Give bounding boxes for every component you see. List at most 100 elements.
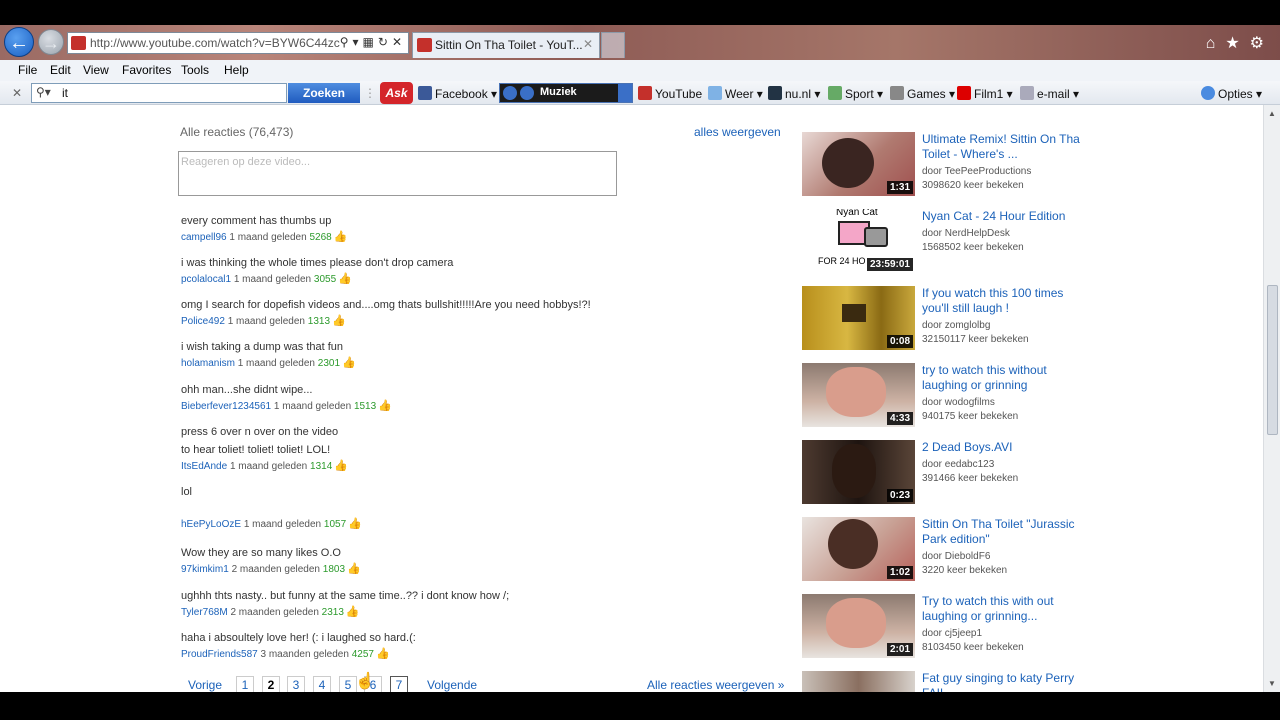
comment-user-link[interactable]: hEePyLoOzE — [181, 519, 241, 530]
comment-input[interactable]: Reageren op deze video... — [178, 151, 617, 196]
toolbar-facebook[interactable]: Facebook ▾ — [418, 86, 497, 101]
thumbs-up-icon[interactable]: 👍 — [376, 647, 390, 661]
comment-user-link[interactable]: holamanism — [181, 358, 235, 369]
comment-user-link[interactable]: ProudFriends587 — [181, 649, 258, 660]
play-icon[interactable] — [503, 86, 517, 100]
thumbs-up-icon[interactable]: 👍 — [334, 459, 348, 473]
toolbar-youtube[interactable]: YouTube — [638, 86, 702, 101]
toolbar-email[interactable]: e-mail ▾ — [1020, 86, 1079, 101]
toolbar-search-input[interactable]: ⚲▾ it — [31, 83, 287, 103]
tab-close-icon[interactable]: ✕ — [583, 37, 593, 51]
comment-time: 1 maand geleden — [229, 461, 308, 472]
related-video[interactable]: 0:08 If you watch this 100 times you'll … — [802, 286, 1102, 350]
video-thumbnail[interactable] — [802, 671, 915, 692]
thumbs-up-icon[interactable]: 👍 — [342, 356, 356, 370]
video-thumbnail[interactable]: 4:33 — [802, 363, 915, 427]
thumbs-up-icon[interactable]: 👍 — [338, 272, 352, 286]
muziek-dropdown-icon[interactable] — [618, 84, 632, 102]
menu-edit[interactable]: Edit — [50, 63, 71, 77]
pager-next-link[interactable]: Volgende — [427, 678, 477, 692]
new-tab-button[interactable] — [601, 32, 625, 58]
video-thumbnail[interactable]: 2:01 — [802, 594, 915, 658]
video-title-link[interactable]: Sittin On Tha Toilet "Jurassic Park edit… — [922, 517, 1087, 547]
thumbs-up-icon[interactable]: 👍 — [334, 230, 348, 244]
video-title-link[interactable]: Fat guy singing to katy Perry FAIL — [922, 671, 1087, 692]
pager-page[interactable]: 1 — [236, 676, 254, 692]
address-controls[interactable]: ⚲▾▦↻✕ — [340, 35, 406, 49]
comment: every comment has thumbs up campell96 1 … — [181, 212, 347, 245]
comment-user-link[interactable]: 97kimkim1 — [181, 564, 229, 575]
toolbar-muziek-player[interactable]: Muziek — [499, 83, 633, 103]
menu-favorites[interactable]: Favorites — [122, 63, 171, 77]
toolbar-film1[interactable]: Film1 ▾ — [957, 86, 1013, 101]
pager-all-link[interactable]: Alle reacties weergeven » — [647, 678, 784, 692]
toolbar-opties[interactable]: Opties ▾ — [1201, 86, 1262, 101]
toolbar-close-icon[interactable]: ✕ — [12, 86, 22, 100]
thumbs-up-icon[interactable]: 👍 — [347, 562, 361, 576]
menu-file[interactable]: File — [18, 63, 37, 77]
settings-gear-icon[interactable]: ⚙ — [1250, 35, 1274, 52]
home-icon[interactable]: ⌂ — [1206, 35, 1226, 52]
toolbar-games[interactable]: Games ▾ — [890, 86, 955, 101]
related-video[interactable]: 2:01 Try to watch this with out laughing… — [802, 594, 1102, 658]
toolbar-nunl[interactable]: nu.nl ▾ — [768, 86, 820, 101]
pager-prev-link[interactable]: Vorige — [188, 678, 222, 692]
thumbs-up-icon[interactable]: 👍 — [378, 399, 392, 413]
thumbs-up-icon[interactable]: 👍 — [348, 517, 362, 531]
show-all-comments-link[interactable]: alles weergeven — [694, 125, 781, 139]
related-video[interactable]: 1:31 Ultimate Remix! Sittin On Tha Toile… — [802, 132, 1102, 196]
video-title-link[interactable]: 2 Dead Boys.AVI — [922, 440, 1087, 455]
related-video[interactable]: 4:33 try to watch this without laughing … — [802, 363, 1102, 427]
scroll-up-icon[interactable]: ▲ — [1268, 109, 1276, 118]
comment-user-link[interactable]: Police492 — [181, 316, 225, 327]
browser-right-icons: ⌂★⚙ — [1206, 33, 1274, 53]
pager-page-current[interactable]: 2 — [262, 676, 280, 692]
video-title-link[interactable]: try to watch this without laughing or gr… — [922, 363, 1087, 393]
video-thumbnail[interactable]: 1:31 — [802, 132, 915, 196]
comment-user-link[interactable]: pcolalocal1 — [181, 274, 231, 285]
menu-help[interactable]: Help — [224, 63, 249, 77]
comment-likes: 3055 — [313, 274, 337, 285]
volume-icon[interactable] — [520, 86, 534, 100]
comment-user-link[interactable]: campell96 — [181, 232, 227, 243]
thumbs-up-icon[interactable]: 👍 — [332, 314, 346, 328]
comment-user-link[interactable]: Tyler768M — [181, 607, 228, 618]
page-scrollbar[interactable]: ▲ ▼ — [1263, 105, 1280, 692]
scrollbar-thumb[interactable] — [1267, 285, 1278, 435]
toolbar-sport[interactable]: Sport ▾ — [828, 86, 883, 101]
address-bar[interactable]: http://www.youtube.com/watch?v=BYW6C44zc… — [67, 32, 409, 54]
video-duration: 0:08 — [886, 335, 913, 348]
tab-active[interactable]: Sittin On Tha Toilet - YouT... ✕ — [412, 32, 600, 58]
back-button[interactable]: ← — [4, 27, 34, 57]
video-title-link[interactable]: Nyan Cat - 24 Hour Edition — [922, 209, 1087, 224]
video-title-link[interactable]: Ultimate Remix! Sittin On Tha Toilet - W… — [922, 132, 1087, 162]
sport-icon — [828, 86, 842, 100]
menu-tools[interactable]: Tools — [181, 63, 209, 77]
video-title-link[interactable]: Try to watch this with out laughing or g… — [922, 594, 1087, 624]
toolbar-weer[interactable]: Weer ▾ — [708, 86, 763, 101]
comment-time: 3 maanden geleden — [260, 649, 349, 660]
comment-user-link[interactable]: Bieberfever1234561 — [181, 401, 271, 412]
zoeken-button[interactable]: Zoeken — [288, 83, 360, 103]
scroll-down-icon[interactable]: ▼ — [1268, 679, 1276, 688]
ask-button[interactable]: Ask — [380, 82, 413, 104]
comment-user-link[interactable]: ItsEdAnde — [181, 461, 227, 472]
favorites-star-icon[interactable]: ★ — [1225, 35, 1249, 52]
toolbar-divider-icon: ⋮ — [364, 86, 376, 100]
video-thumbnail[interactable]: 1:02 — [802, 517, 915, 581]
video-thumbnail[interactable]: 0:23 — [802, 440, 915, 504]
pager-page[interactable]: 4 — [313, 676, 331, 692]
related-video[interactable]: Fat guy singing to katy Perry FAIL — [802, 671, 1102, 692]
menu-view[interactable]: View — [83, 63, 109, 77]
related-video[interactable]: Nyan Cat FOR 24 HO 23:59:01 Nyan Cat - 2… — [802, 209, 1102, 273]
comment-time: 1 maand geleden — [273, 401, 352, 412]
pager-page[interactable]: 7 — [390, 676, 408, 692]
related-video[interactable]: 1:02 Sittin On Tha Toilet "Jurassic Park… — [802, 517, 1102, 581]
forward-button[interactable]: → — [38, 29, 64, 55]
video-thumbnail[interactable]: 0:08 — [802, 286, 915, 350]
pager-page[interactable]: 3 — [287, 676, 305, 692]
related-video[interactable]: 0:23 2 Dead Boys.AVI door eedabc123 3914… — [802, 440, 1102, 504]
video-title-link[interactable]: If you watch this 100 times you'll still… — [922, 286, 1087, 316]
thumbs-up-icon[interactable]: 👍 — [346, 605, 360, 619]
video-thumbnail[interactable]: Nyan Cat FOR 24 HO 23:59:01 — [802, 209, 915, 273]
